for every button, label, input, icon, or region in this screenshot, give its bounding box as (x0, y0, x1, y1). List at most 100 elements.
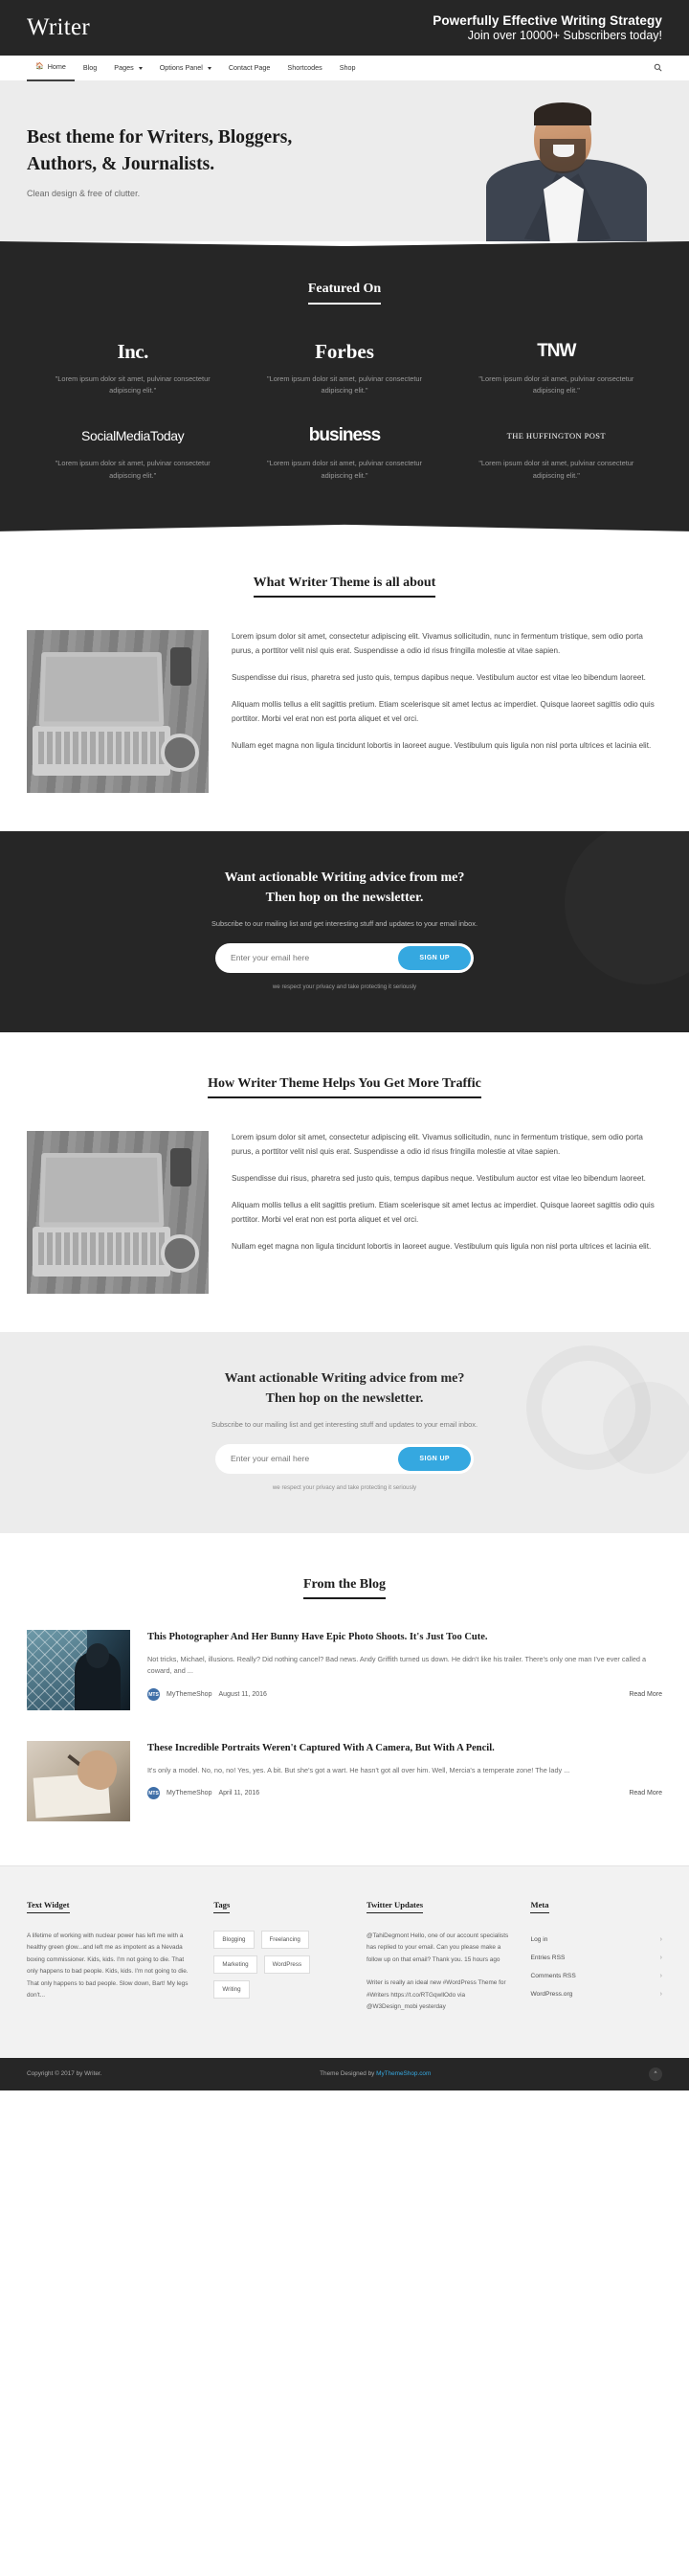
nav-label: Home (47, 62, 66, 71)
blog-title: From the Blog (302, 1577, 387, 1599)
chevron-right-icon: › (659, 1935, 662, 1943)
nav-label: Shop (339, 63, 356, 72)
blog-post-item: These Incredible Portraits Weren't Captu… (27, 1740, 662, 1821)
nav-item-blog[interactable]: Blog (75, 56, 105, 80)
footer-widgets: Text Widget A lifetime of working with n… (0, 1864, 689, 2058)
meta-item-comments-rss[interactable]: Comments RSS › (530, 1967, 662, 1985)
tag-cloud: Blogging Freelancing Marketing WordPress… (213, 1930, 345, 1999)
about-paragraph-3: Aliquam mollis tellus a elit sagittis pr… (232, 699, 655, 723)
decorative-circle (603, 1382, 689, 1474)
featured-on-section: Featured On Inc. "Lorem ipsum dolor sit … (0, 241, 689, 531)
meta-label: Entries RSS (530, 1954, 566, 1961)
avatar: MTS (147, 1787, 160, 1800)
tag-item[interactable]: WordPress (263, 1955, 311, 1974)
socialmediatoday-logo: SocialMediaToday (81, 428, 185, 444)
search-icon[interactable] (654, 63, 662, 74)
post-excerpt: It's only a model. No, no, no! Yes, yes.… (147, 1765, 570, 1774)
featured-logo-item[interactable]: TNW "Lorem ipsum dolor sit amet, pulvina… (451, 339, 662, 396)
featured-quote: "Lorem ipsum dolor sit amet, pulvinar co… (266, 374, 422, 395)
post-meta: MTS MyThemeShop August 11, 2016 Read Mor… (147, 1688, 662, 1702)
hero-text: Best theme for Writers, Bloggers, Author… (27, 124, 314, 197)
meta-list: Log in › Entries RSS › Comments RSS › Wo… (530, 1931, 662, 2003)
about-title: What Writer Theme is all about (253, 576, 436, 598)
meta-item-wordpress-org[interactable]: WordPress.org › (530, 1985, 662, 2003)
copyright-text: Copyright © 2017 by Writer. (27, 2070, 102, 2078)
widget-tags: Tags Blogging Freelancing Marketing Word… (213, 1895, 345, 2025)
nav-item-pages[interactable]: Pages (105, 56, 150, 80)
widget-twitter: Twitter Updates @TahiDegmont Hello, one … (366, 1895, 510, 2025)
post-thumbnail[interactable] (27, 1629, 130, 1710)
nav-item-contact-page[interactable]: Contact Page (220, 56, 279, 80)
avatar: MTS (147, 1688, 160, 1702)
meta-item-entries-rss[interactable]: Entries RSS › (530, 1949, 662, 1967)
meta-label: Log in (530, 1935, 548, 1943)
about-text: Lorem ipsum dolor sit amet, consectetur … (232, 630, 662, 793)
nav-label: Pages (114, 63, 134, 72)
nav-item-options-panel[interactable]: Options Panel (151, 56, 220, 80)
chevron-up-icon[interactable]: ^ (648, 2067, 662, 2081)
post-thumbnail[interactable] (27, 1740, 130, 1821)
tag-item[interactable]: Writing (213, 1979, 250, 1999)
meta-item-login[interactable]: Log in › (530, 1931, 662, 1949)
tweet-item: @TahiDegmont Hello, one of our account s… (366, 1932, 509, 1963)
featured-on-title: Featured On (308, 282, 381, 305)
signup-button[interactable]: SIGN UP (398, 1446, 471, 1471)
about-paragraph-1: Lorem ipsum dolor sit amet, consectetur … (232, 631, 643, 655)
meta-label: Comments RSS (530, 1972, 576, 1979)
nav-item-shop[interactable]: Shop (331, 56, 365, 80)
read-more-link[interactable]: Read More (629, 1691, 662, 1698)
huffington-post-logo: THE HUFFINGTON POST (506, 430, 606, 441)
traffic-text: Lorem ipsum dolor sit amet, consectetur … (232, 1131, 662, 1294)
read-more-link[interactable]: Read More (629, 1790, 662, 1796)
featured-logo-item[interactable]: Forbes "Lorem ipsum dolor sit amet, pulv… (238, 339, 450, 396)
business-insider-logo: business (308, 425, 381, 446)
site-logo[interactable]: Writer (27, 14, 90, 41)
featured-logo-item[interactable]: Inc. "Lorem ipsum dolor sit amet, pulvin… (27, 339, 238, 396)
credit-link[interactable]: MyThemeShop.com (376, 2070, 431, 2077)
hero-subheading: Clean design & free of clutter. (27, 188, 141, 198)
post-title[interactable]: This Photographer And Her Bunny Have Epi… (147, 1630, 662, 1645)
hero-heading: Best theme for Writers, Bloggers, Author… (27, 127, 293, 174)
chevron-right-icon: › (659, 1990, 662, 1998)
nav-label: Contact Page (228, 63, 271, 72)
traffic-paragraph-4: Nullam eget magna non ligula tincidunt l… (232, 1241, 652, 1251)
featured-quote: "Lorem ipsum dolor sit amet, pulvinar co… (478, 459, 634, 480)
nav-item-home[interactable]: 🏠 Home (27, 55, 75, 81)
chevron-down-icon (207, 66, 211, 70)
chevron-down-icon (138, 66, 143, 70)
widget-text: Text Widget A lifetime of working with n… (27, 1895, 192, 2025)
meta-label: WordPress.org (530, 1990, 573, 1998)
nav-item-shortcodes[interactable]: Shortcodes (278, 56, 330, 80)
featured-quote: "Lorem ipsum dolor sit amet, pulvinar co… (55, 459, 211, 480)
newsletter-title-line-1: Want actionable Writing advice from me? (224, 870, 465, 885)
featured-quote: "Lorem ipsum dolor sit amet, pulvinar co… (266, 459, 422, 480)
email-input[interactable] (231, 1454, 399, 1464)
signup-button[interactable]: SIGN UP (398, 945, 471, 970)
featured-logo-item[interactable]: business "Lorem ipsum dolor sit amet, pu… (238, 423, 450, 481)
post-author[interactable]: MyThemeShop (167, 1691, 211, 1698)
tag-item[interactable]: Marketing (213, 1955, 257, 1974)
traffic-paragraph-2: Suspendisse dui risus, pharetra sed just… (232, 1173, 646, 1183)
newsletter-privacy-note: we respect your privacy and take protect… (272, 983, 417, 990)
email-input[interactable] (231, 953, 399, 963)
home-icon: 🏠 (35, 63, 44, 70)
tag-item[interactable]: Blogging (213, 1930, 255, 1949)
forbes-logo: Forbes (315, 339, 374, 363)
tag-item[interactable]: Freelancing (260, 1930, 309, 1949)
post-author[interactable]: MyThemeShop (167, 1790, 211, 1796)
newsletter-section-dark: Want actionable Writing advice from me? … (0, 830, 689, 1032)
newsletter-subtitle: Subscribe to our mailing list and get in… (211, 918, 478, 928)
widget-title-tags: Tags (213, 1900, 231, 1913)
widget-title-twitter: Twitter Updates (366, 1900, 424, 1913)
widget-title-text: Text Widget (27, 1900, 70, 1913)
newsletter-section-light: Want actionable Writing advice from me? … (0, 1331, 689, 1533)
featured-logo-item[interactable]: SocialMediaToday "Lorem ipsum dolor sit … (27, 423, 238, 481)
hero-section: Best theme for Writers, Bloggers, Author… (0, 81, 689, 241)
site-header: Writer Powerfully Effective Writing Stra… (0, 0, 689, 56)
featured-logo-grid: Inc. "Lorem ipsum dolor sit amet, pulvin… (27, 339, 662, 482)
featured-quote: "Lorem ipsum dolor sit amet, pulvinar co… (55, 374, 211, 395)
post-excerpt: Not tricks, Michael, illusions. Really? … (147, 1654, 647, 1676)
featured-logo-item[interactable]: THE HUFFINGTON POST "Lorem ipsum dolor s… (451, 423, 662, 481)
post-title[interactable]: These Incredible Portraits Weren't Captu… (147, 1741, 662, 1756)
traffic-image (27, 1130, 209, 1294)
